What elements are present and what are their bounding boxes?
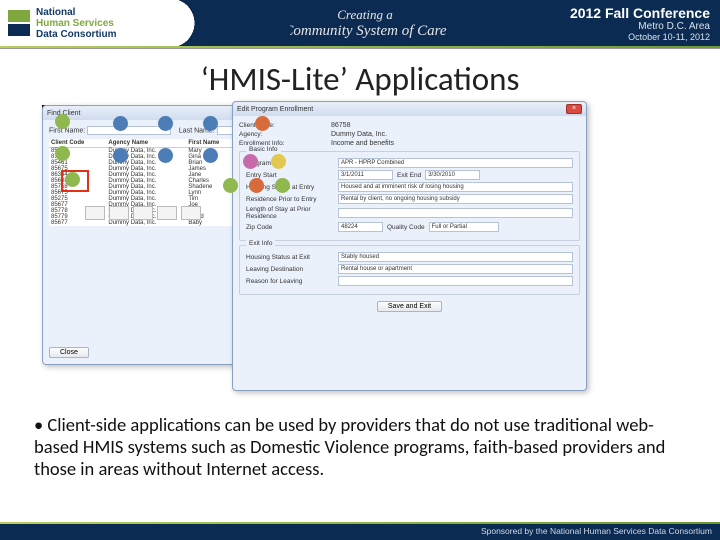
residence-prior-select[interactable]: Rental by client, no ongoing housing sub… (338, 194, 573, 204)
org-line: Data Consortium (36, 29, 117, 40)
tagline-1: Creating a (337, 7, 393, 22)
program-select[interactable]: APR - HPRP Combined (338, 158, 573, 168)
quality-select[interactable]: Full or Partial (429, 222, 499, 232)
diagram-preview (42, 105, 297, 225)
client-code-value: 86758 (331, 122, 350, 129)
exit-end-input[interactable]: 3/30/2010 (425, 170, 480, 180)
org-line: Human Services (36, 18, 114, 29)
quality-label: Quality Code (387, 224, 425, 231)
save-exit-button[interactable]: Save and Exit (377, 301, 442, 312)
org-line: National (36, 7, 75, 18)
housing-status-exit-select[interactable]: Stably housed (338, 252, 573, 262)
exit-info-section: Exit Info Housing Status at ExitStably h… (239, 245, 580, 295)
diagram-highlight (61, 170, 89, 192)
close-button[interactable]: Close (49, 347, 89, 358)
footer-sponsor: Sponsored by the National Human Services… (0, 524, 720, 540)
org-logo-block: National Human Services Data Consortium (0, 0, 170, 46)
screenshots-group: Find Client First Name: Last Name: Clien… (42, 105, 678, 400)
conference-banner: National Human Services Data Consortium … (0, 0, 720, 46)
reason-leaving-label: Reason for Leaving (246, 278, 334, 285)
tagline-2: Community System of Care (283, 23, 446, 39)
agency-value: Dummy Data, Inc. (331, 131, 387, 138)
leaving-destination-select[interactable]: Rental house or apartment (338, 264, 573, 274)
entry-start-input[interactable]: 3/1/2011 (338, 170, 393, 180)
conference-dates: October 10-11, 2012 (570, 32, 710, 42)
housing-status-exit-label: Housing Status at Exit (246, 254, 334, 261)
conference-location: Metro D.C. Area (570, 21, 710, 32)
leaving-destination-label: Leaving Destination (246, 266, 334, 273)
length-stay-select[interactable] (338, 208, 573, 218)
close-icon[interactable]: × (566, 104, 582, 114)
enroll-info-value: Income and benefits (331, 140, 394, 147)
conference-name: 2012 Fall Conference (570, 5, 710, 21)
exit-end-label: Exit End (397, 172, 421, 179)
bullet-text: Client-side applications can be used by … (34, 414, 686, 479)
zip-input[interactable]: 48224 (338, 222, 383, 232)
banner-accent (0, 46, 720, 49)
banner-conference-info: 2012 Fall Conference Metro D.C. Area Oct… (560, 5, 720, 42)
reason-leaving-select[interactable] (338, 276, 573, 286)
housing-status-entry-select[interactable]: Housed and at imminent risk of losing ho… (338, 182, 573, 192)
zip-label: Zip Code (246, 224, 334, 231)
exit-info-legend: Exit Info (246, 240, 275, 247)
slide-title: ‘HMIS-Lite’ Applications (0, 59, 720, 99)
